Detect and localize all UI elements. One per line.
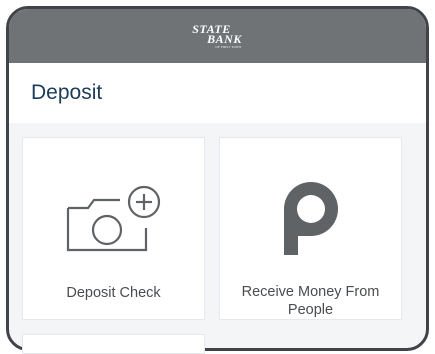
receive-money-label: Receive Money From People <box>241 283 380 318</box>
bank-logo: STATE BANK OF FIRST TOWN <box>192 23 242 49</box>
p2p-logo-icon <box>276 158 346 255</box>
receive-money-tile[interactable]: Receive Money From People <box>219 137 402 320</box>
next-tile-partial[interactable] <box>22 334 205 354</box>
logo-line-2: BANK <box>207 32 242 46</box>
deposit-check-label: Deposit Check <box>66 285 161 301</box>
deposit-check-tile[interactable]: Deposit Check <box>22 137 205 320</box>
page-title: Deposit <box>31 81 103 104</box>
deposit-options: Deposit Check Receive Money From People <box>22 137 402 320</box>
title-bar: Deposit <box>9 63 426 123</box>
camera-plus-icon <box>64 158 164 256</box>
logo-tagline: OF FIRST TOWN <box>215 45 242 49</box>
app-header: STATE BANK OF FIRST TOWN <box>9 9 426 63</box>
